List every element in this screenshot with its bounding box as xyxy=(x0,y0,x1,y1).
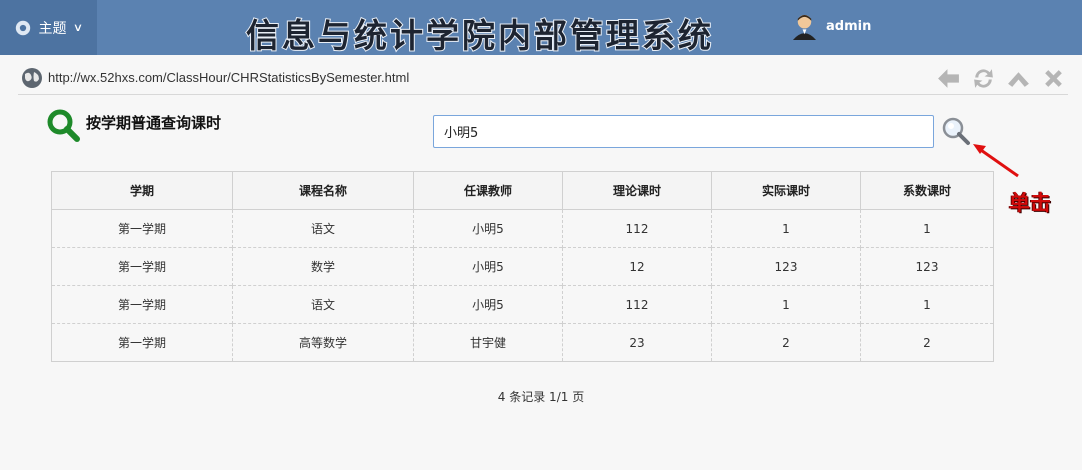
table-cell: 1 xyxy=(711,285,861,324)
top-bar: 主题 ∨ 信息与统计学院内部管理系统 admin xyxy=(0,0,1082,56)
teacher-search-input[interactable] xyxy=(433,115,934,148)
table-cell: 2 xyxy=(860,323,994,362)
user-menu[interactable]: admin xyxy=(792,13,871,40)
table-cell: 第一学期 xyxy=(51,209,233,248)
table-row: 第一学期 语文 小明5 112 1 1 xyxy=(51,209,994,248)
class-hours-table: 学期 课程名称 任课教师 理论课时 实际课时 系数课时 第一学期 语文 小明5 … xyxy=(51,171,994,362)
theme-menu-label: 主题 xyxy=(38,20,67,37)
back-arrow-icon[interactable] xyxy=(936,66,961,91)
theme-menu-button[interactable]: 主题 ∨ xyxy=(0,0,97,55)
gear-icon xyxy=(16,20,31,35)
table-cell: 第一学期 xyxy=(51,247,233,286)
table-cell: 1 xyxy=(860,285,994,324)
app-title: 信息与统计学院内部管理系统 xyxy=(245,15,714,56)
table-cell: 语文 xyxy=(232,209,414,248)
column-header: 任课教师 xyxy=(413,171,563,210)
table-cell: 112 xyxy=(562,285,712,324)
column-header: 课程名称 xyxy=(232,171,414,210)
table-cell: 第一学期 xyxy=(51,285,233,324)
table-cell: 123 xyxy=(711,247,861,286)
query-header: 按学期普通查询课时 xyxy=(46,108,221,142)
table-cell: 小明5 xyxy=(413,209,563,248)
table-header-row: 学期 课程名称 任课教师 理论课时 实际课时 系数课时 xyxy=(51,171,994,210)
table-cell: 23 xyxy=(562,323,712,362)
table-cell: 2 xyxy=(711,323,861,362)
click-callout: 单击 xyxy=(1009,191,1051,215)
table-cell: 112 xyxy=(562,209,712,248)
table-cell: 1 xyxy=(860,209,994,248)
username: admin xyxy=(826,19,872,34)
table-row: 第一学期 数学 小明5 12 123 123 xyxy=(51,247,994,286)
table-cell: 12 xyxy=(562,247,712,286)
table-row: 第一学期 高等数学 甘宇健 23 2 2 xyxy=(51,323,994,362)
window-controls xyxy=(936,66,1066,91)
table-row: 第一学期 语文 小明5 112 1 1 xyxy=(51,285,994,324)
table-cell: 甘宇健 xyxy=(413,323,563,362)
table-cell: 小明5 xyxy=(413,285,563,324)
column-header: 实际课时 xyxy=(711,171,861,210)
column-header: 理论课时 xyxy=(562,171,712,210)
collapse-up-icon[interactable] xyxy=(1006,66,1031,91)
table-cell: 123 xyxy=(860,247,994,286)
refresh-icon[interactable] xyxy=(971,66,996,91)
table-cell: 语文 xyxy=(232,285,414,324)
address-bar: http://wx.52hxs.com/ClassHour/CHRStatist… xyxy=(18,62,1068,95)
chevron-down-icon: ∨ xyxy=(73,21,84,34)
table-cell: 小明5 xyxy=(413,247,563,286)
query-title: 按学期普通查询课时 xyxy=(86,113,222,132)
magnifier-icon xyxy=(47,109,80,142)
globe-icon xyxy=(22,68,42,88)
page-url: http://wx.52hxs.com/ClassHour/CHRStatist… xyxy=(48,70,410,85)
close-icon[interactable] xyxy=(1041,66,1066,91)
column-header: 学期 xyxy=(51,171,233,210)
column-header: 系数课时 xyxy=(860,171,994,210)
pagination-info: 4 条记录 1/1 页 xyxy=(497,390,585,404)
table-cell: 数学 xyxy=(232,247,414,286)
table-cell: 高等数学 xyxy=(232,323,414,362)
table-cell: 1 xyxy=(711,209,861,248)
table-cell: 第一学期 xyxy=(51,323,233,362)
avatar xyxy=(792,14,817,40)
search-icon[interactable] xyxy=(941,116,971,146)
